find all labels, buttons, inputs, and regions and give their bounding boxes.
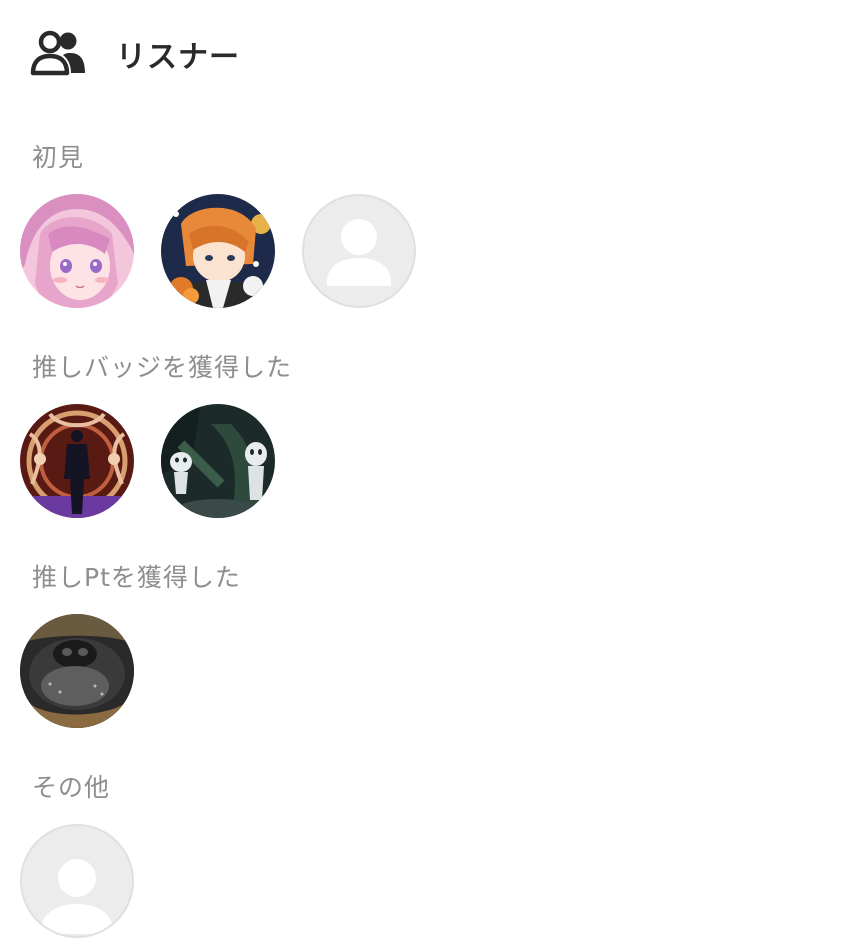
users-icon <box>30 29 88 79</box>
section-label-others: その他 <box>32 773 111 802</box>
avatar-dog-closeup[interactable] <box>20 614 134 728</box>
avatar-default-user[interactable] <box>20 824 134 938</box>
section-label-badge-earned: 推しバッジを獲得した <box>32 353 293 382</box>
avatar-anime-orange-hair[interactable] <box>161 194 275 308</box>
avatar-default-user[interactable] <box>302 194 416 308</box>
section-label-first-time: 初見 <box>32 143 85 172</box>
avatar-row-badge-earned <box>20 404 275 518</box>
avatar-row-first-time <box>20 194 416 308</box>
avatar-row-others <box>20 824 134 938</box>
avatar-row-points-earned <box>20 614 134 728</box>
section-label-points-earned: 推しPtを獲得した <box>32 563 241 592</box>
avatar-anime-pink-hair[interactable] <box>20 194 134 308</box>
avatar-kodama-forest[interactable] <box>161 404 275 518</box>
avatar-silhouette-ornate[interactable] <box>20 404 134 518</box>
page-title: リスナー <box>116 40 240 75</box>
listener-header: リスナー <box>30 26 240 82</box>
